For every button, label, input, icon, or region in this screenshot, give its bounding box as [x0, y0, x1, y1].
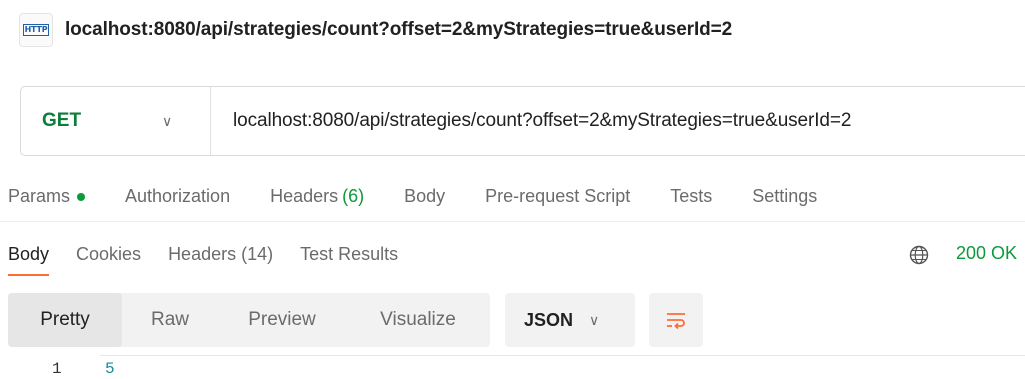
view-mode-selector: Pretty Raw Preview Visualize [8, 293, 490, 347]
tab-response-headers[interactable]: Headers (14) [168, 232, 273, 276]
wrap-lines-button[interactable] [649, 293, 703, 347]
method-label: GET [42, 110, 82, 131]
tab-authorization[interactable]: Authorization [125, 186, 230, 207]
tab-test-results[interactable]: Test Results [300, 232, 398, 276]
tab-headers[interactable]: Headers (6) [270, 186, 364, 207]
globe-icon[interactable] [909, 245, 929, 265]
tab-settings[interactable]: Settings [752, 186, 817, 207]
chevron-down-icon: ∨ [162, 112, 173, 129]
http-icon: HTTP [19, 13, 53, 47]
headers-count: (6) [342, 186, 365, 206]
url-bar: GET ∨ localhost:8080/api/strategies/coun… [20, 86, 1025, 156]
request-title[interactable]: localhost:8080/api/strategies/count?offs… [65, 19, 732, 41]
format-label: JSON [524, 309, 574, 330]
response-tabs: Body Cookies Headers (14) Test Results [0, 232, 1025, 276]
tab-body[interactable]: Body [404, 186, 445, 207]
method-select[interactable]: GET ∨ [21, 87, 211, 155]
params-active-dot [77, 192, 86, 201]
view-preview[interactable]: Preview [218, 293, 346, 347]
view-raw[interactable]: Raw [122, 293, 218, 347]
tab-cookies[interactable]: Cookies [76, 232, 141, 276]
code-editor-border [100, 355, 1025, 356]
chevron-down-icon: ∨ [589, 311, 600, 328]
line-number: 1 [52, 360, 62, 378]
view-pretty[interactable]: Pretty [8, 293, 122, 347]
format-select[interactable]: JSON ∨ [505, 293, 635, 347]
status-badge[interactable]: 200 OK [956, 243, 1017, 264]
wrap-lines-icon [667, 313, 685, 330]
tab-response-body[interactable]: Body [8, 232, 50, 276]
tab-params[interactable]: Params [8, 186, 86, 207]
request-tabs: Params Authorization Headers (6) Body Pre… [0, 172, 1025, 222]
tab-prerequest-script[interactable]: Pre-request Script [485, 186, 630, 207]
view-visualize[interactable]: Visualize [346, 293, 490, 347]
tab-tests[interactable]: Tests [670, 186, 712, 207]
response-value[interactable]: 5 [105, 360, 115, 378]
request-title-row: HTTP localhost:8080/api/strategies/count… [19, 13, 732, 47]
url-input[interactable]: localhost:8080/api/strategies/count?offs… [211, 110, 851, 132]
